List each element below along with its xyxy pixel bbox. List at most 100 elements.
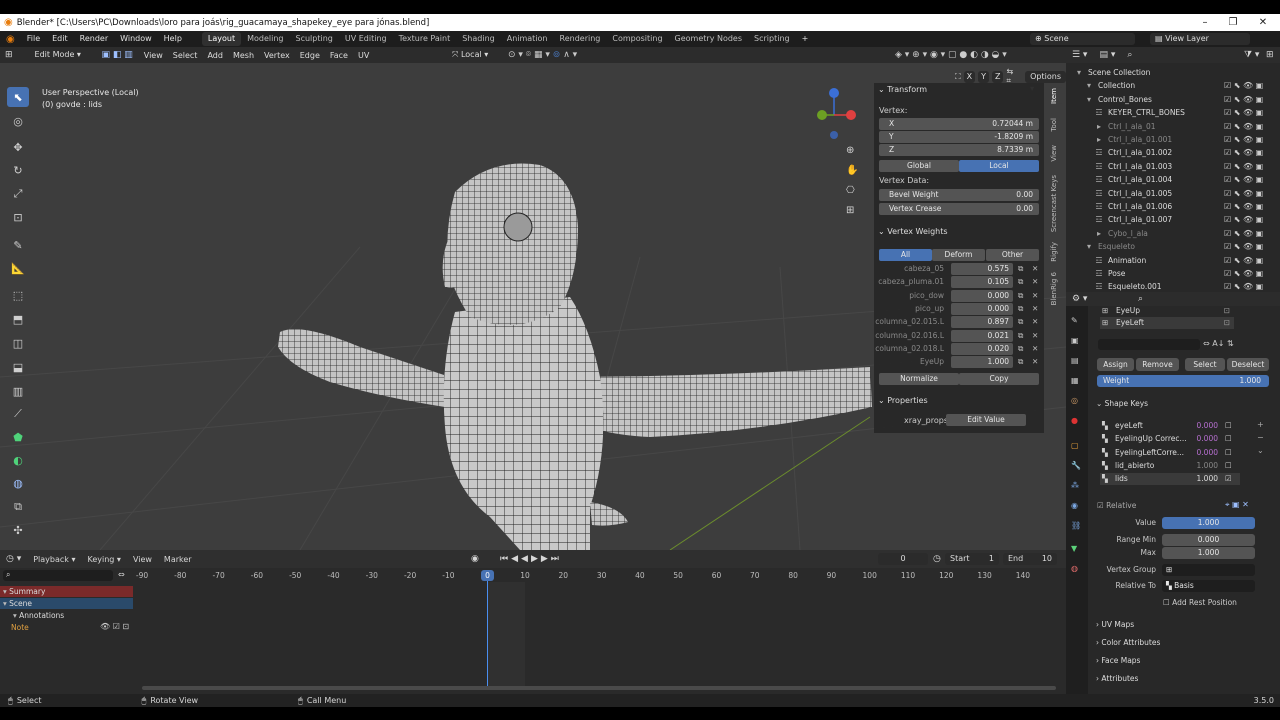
copy-button[interactable]: Copy <box>959 373 1039 385</box>
menu-edit[interactable]: Edit <box>46 31 74 47</box>
outliner-row[interactable]: ☲ Ctrl_l_ala_01.004 ☑ ⬉ 👁 ▣ <box>1066 173 1280 186</box>
scene-selector[interactable]: ⊕ Scene <box>1030 33 1135 45</box>
shape-key-mute-checkbox[interactable]: ☐ <box>1225 420 1232 432</box>
delete-weight-icon[interactable]: ✕ <box>1032 290 1038 302</box>
visibility-eye-icon[interactable]: ☑ ⬉ 👁 ▣ <box>1224 227 1263 240</box>
weight-value-field[interactable]: 0.897 <box>951 316 1013 329</box>
axis-z-toggle[interactable]: Z <box>991 70 1004 83</box>
minimize-button[interactable]: – <box>1190 14 1220 31</box>
transform-tool[interactable]: ⊡ <box>7 207 29 227</box>
search-icon[interactable]: ⌕ <box>1121 50 1138 60</box>
menu-view[interactable]: View <box>139 51 168 60</box>
visibility-eye-icon[interactable]: ☑ ⬉ 👁 ▣ <box>1224 213 1263 226</box>
blender-menu-icon[interactable]: ◉ <box>0 34 21 45</box>
orientation-selector[interactable]: ⤧ Local ▾ <box>452 50 488 60</box>
playhead-line[interactable] <box>487 580 488 690</box>
max-field[interactable]: 1.000 <box>1162 547 1255 559</box>
timeline-editor-icon[interactable]: ◷ ▾ <box>0 554 27 564</box>
vertex-z-field[interactable]: Z 8.7339 m <box>879 144 1039 156</box>
render-tab-icon[interactable]: ▣ <box>1071 336 1079 345</box>
menu-select[interactable]: Select <box>168 51 203 60</box>
visibility-eye-icon[interactable]: ☑ ⬉ 👁 ▣ <box>1224 79 1263 92</box>
menu-edge[interactable]: Edge <box>295 51 325 60</box>
world-tab-icon[interactable]: ● <box>1071 416 1078 425</box>
physics-tab-icon[interactable]: ◉ <box>1071 501 1078 510</box>
delete-weight-icon[interactable]: ✕ <box>1032 356 1038 368</box>
lock-icon[interactable]: ⊡ <box>1224 317 1230 329</box>
view-layer-tab-icon[interactable]: ▦ <box>1071 376 1079 385</box>
visibility-eye-icon[interactable]: ☑ ⬉ 👁 ▣ <box>1224 267 1263 280</box>
constraints-tab-icon[interactable]: ⛓ <box>1071 521 1081 530</box>
editor-type-icon[interactable]: ⊞ <box>0 50 18 60</box>
timeline-channel[interactable]: ▾ Summary <box>0 586 133 597</box>
vertex-x-field[interactable]: X 0.72044 m <box>879 118 1039 130</box>
smooth-tool[interactable]: ◍ <box>7 473 29 493</box>
shape-key-value[interactable]: 0.000 <box>1192 433 1218 445</box>
playback-controls[interactable]: ⏮◀◀▶▶⏭ <box>500 554 562 564</box>
weight-value-field[interactable]: 1.000 <box>951 356 1013 369</box>
axis-y-toggle[interactable]: Y <box>978 70 989 83</box>
properties-editor-icon[interactable]: ⚙ ▾ <box>1072 294 1087 304</box>
outliner-row[interactable]: ▾ Control_Bones ☑ ⬉ 👁 ▣ <box>1066 93 1280 106</box>
copy-weight-icon[interactable]: ⧉ <box>1018 290 1023 302</box>
delete-weight-icon[interactable]: ✕ <box>1032 276 1038 288</box>
vw-tab-other[interactable]: Other <box>986 249 1039 261</box>
outliner-row[interactable]: ▾ Esqueleto ☑ ⬉ 👁 ▣ <box>1066 240 1280 253</box>
normalize-button[interactable]: Normalize <box>879 373 959 385</box>
select-mode-icons[interactable]: ▣ ◧ ▥ <box>102 50 133 60</box>
tab-view[interactable]: View <box>1050 145 1062 162</box>
shape-key-mute-checkbox[interactable]: ☑ <box>1225 473 1232 485</box>
vw-tab-all[interactable]: All <box>879 249 932 261</box>
vertex-crease-field[interactable]: Vertex Crease 0.00 <box>879 203 1039 215</box>
data-tab-icon[interactable]: ▼ <box>1071 544 1077 553</box>
bevel-weight-field[interactable]: Bevel Weight 0.00 <box>879 189 1039 201</box>
tab-tool[interactable]: Tool <box>1050 118 1062 132</box>
shape-key-mute-checkbox[interactable]: ☐ <box>1225 433 1232 445</box>
current-frame-field[interactable]: 0 <box>878 553 928 565</box>
outliner-row[interactable]: ☲ Ctrl_l_ala_01.003 ☑ ⬉ 👁 ▣ <box>1066 160 1280 173</box>
range-min-field[interactable]: 0.000 <box>1162 534 1255 546</box>
zoom-icon[interactable]: ⊕ <box>846 145 854 156</box>
spin-tool[interactable]: ◐ <box>7 450 29 470</box>
tab-shading[interactable]: Shading <box>456 32 501 46</box>
annotate-tool[interactable]: ✎ <box>7 235 29 255</box>
shape-key-value[interactable]: 0.000 <box>1192 420 1218 432</box>
maximize-button[interactable]: ❐ <box>1218 14 1248 31</box>
particles-tab-icon[interactable]: ⁂ <box>1071 481 1079 490</box>
visibility-eye-icon[interactable]: ☑ ⬉ 👁 ▣ <box>1224 173 1263 186</box>
cursor-tool[interactable]: ◎ <box>7 111 29 131</box>
copy-weight-icon[interactable]: ⧉ <box>1018 316 1023 328</box>
copy-weight-icon[interactable]: ⧉ <box>1018 343 1023 355</box>
tab-geometry-nodes[interactable]: Geometry Nodes <box>669 32 748 46</box>
timeline-search[interactable]: ⌕ <box>3 570 113 581</box>
pivot-snap-icons[interactable]: ⊙ ▾ ⌾ ▦ ▾ ⊚ ∧ ▾ <box>508 50 577 60</box>
camera-view-icon[interactable]: ⎔ <box>846 185 855 196</box>
tab-rendering[interactable]: Rendering <box>554 32 607 46</box>
tab-scripting[interactable]: Scripting <box>748 32 796 46</box>
shape-key-mute-checkbox[interactable]: ☐ <box>1225 447 1232 459</box>
shape-key-value[interactable]: 1.000 <box>1192 473 1218 485</box>
delete-weight-icon[interactable]: ✕ <box>1032 303 1038 315</box>
vertex-group-field[interactable]: ⊞ <box>1162 564 1255 576</box>
visibility-eye-icon[interactable]: ☑ ⬉ 👁 ▣ <box>1224 160 1263 173</box>
shape-key-value[interactable]: 1.000 <box>1192 460 1218 472</box>
object-tab-icon[interactable]: ▢ <box>1071 441 1079 450</box>
navigation-gizmo[interactable] <box>817 88 856 139</box>
scroll-arrows-icon[interactable]: ⇔ <box>118 570 125 579</box>
end-frame-field[interactable]: End 10 <box>1003 553 1057 565</box>
outliner-row[interactable]: ▾ Scene Collection <box>1066 66 1280 79</box>
menu-render[interactable]: Render <box>74 31 114 47</box>
outliner-row[interactable]: ☲ Pose ☑ ⬉ 👁 ▣ <box>1066 267 1280 280</box>
outliner-editor-icon[interactable]: ☰ ▾ <box>1066 50 1093 60</box>
output-tab-icon[interactable]: ▤ <box>1071 356 1079 365</box>
tool-tab-icon[interactable]: ✎ <box>1071 316 1078 325</box>
shape-key-item[interactable]: ▚ lids 1.000 ☑ <box>1100 473 1240 486</box>
scene-tab-icon[interactable]: ◎ <box>1071 396 1078 405</box>
move-tool[interactable]: ✥ <box>7 137 29 157</box>
close-window-button[interactable]: ✕ <box>1248 14 1278 31</box>
copy-weight-icon[interactable]: ⧉ <box>1018 263 1023 275</box>
shrink-fatten-tool[interactable]: ✣ <box>7 520 29 540</box>
tab-layout[interactable]: Layout <box>201 32 242 46</box>
assign-button[interactable]: Assign <box>1097 358 1134 371</box>
weight-value-field[interactable]: 0.020 <box>951 342 1013 355</box>
